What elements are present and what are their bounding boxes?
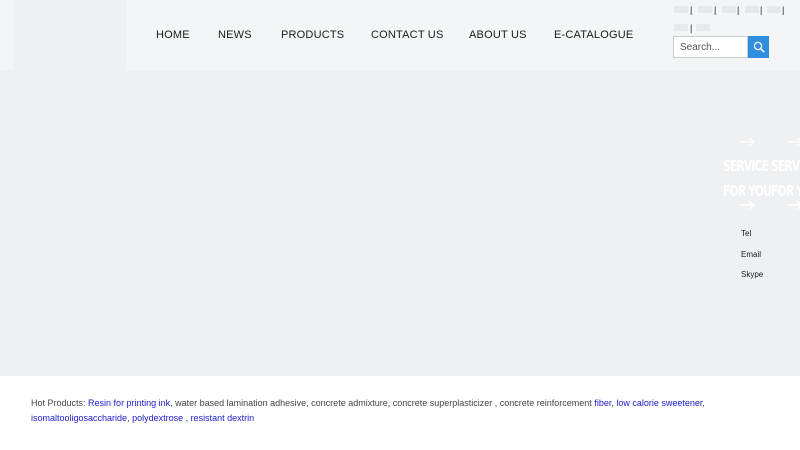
- language-flag[interactable]: [674, 24, 688, 31]
- link-resistant-dextrin[interactable]: resistant dextrin: [191, 413, 255, 423]
- header: HOME NEWS PRODUCTS CONTACT US ABOUT US E…: [0, 0, 800, 70]
- service-subheading: FOR YOU: [771, 182, 800, 200]
- nav-e-catalogue[interactable]: E-CATALOGUE: [554, 28, 633, 42]
- nav-home[interactable]: HOME: [156, 28, 190, 42]
- nav-about-us[interactable]: ABOUT US: [469, 28, 527, 42]
- language-separator: |: [760, 5, 763, 15]
- hot-products: Hot Products: Resin for printing ink, wa…: [31, 396, 731, 426]
- arrow-right-icon: [787, 137, 800, 147]
- nav-news[interactable]: NEWS: [218, 28, 252, 42]
- link-fiber[interactable]: fiber: [594, 398, 611, 408]
- link-isomaltooligosaccharide[interactable]: isomaltooligosaccharide: [31, 413, 127, 423]
- language-flag[interactable]: [722, 6, 736, 13]
- service-heading: SERVICE: [771, 157, 800, 175]
- hot-products-line: isomaltooligosaccharide, polydextrose , …: [31, 411, 731, 426]
- search-input[interactable]: [673, 36, 748, 58]
- search-box: [673, 36, 769, 58]
- nav-products[interactable]: PRODUCTS: [281, 28, 344, 42]
- hot-products-label: Hot Products:: [31, 398, 86, 408]
- contact-tel[interactable]: Tel: [741, 229, 751, 239]
- language-flag[interactable]: [745, 6, 759, 13]
- arrow-right-icon: [739, 200, 756, 210]
- service-heading: SERVICE: [723, 157, 769, 175]
- search-icon: [753, 41, 765, 53]
- link-resin-printing-ink[interactable]: Resin for printing ink: [88, 398, 170, 408]
- contact-skype[interactable]: Skype: [741, 270, 763, 280]
- language-separator: |: [690, 23, 693, 33]
- separator: ,: [183, 413, 191, 423]
- language-flag[interactable]: [698, 6, 712, 13]
- link-low-calorie-sweetener[interactable]: low calorie sweetener: [616, 398, 702, 408]
- language-separator: |: [714, 5, 717, 15]
- language-flag[interactable]: [674, 6, 688, 13]
- footer: Hot Products: Resin for printing ink, wa…: [0, 376, 800, 450]
- language-separator: |: [737, 5, 740, 15]
- separator: ,: [702, 398, 705, 408]
- search-button[interactable]: [748, 36, 769, 58]
- language-selector: | | | | | |: [672, 4, 792, 33]
- arrow-right-icon: [739, 137, 756, 147]
- hot-products-line: Hot Products: Resin for printing ink, wa…: [31, 396, 731, 411]
- nav-contact-us[interactable]: CONTACT US: [371, 28, 444, 42]
- language-flag[interactable]: [696, 24, 710, 31]
- arrow-right-icon: [787, 200, 800, 210]
- language-separator: |: [782, 5, 785, 15]
- hero-banner: SERVICE SERVICE FOR YOU FOR YOU Tel Emai…: [0, 70, 800, 376]
- service-subheading: FOR YOU: [723, 182, 772, 200]
- language-separator: |: [690, 5, 693, 15]
- contact-email[interactable]: Email: [741, 250, 761, 260]
- link-polydextrose[interactable]: polydextrose: [132, 413, 183, 423]
- language-flag[interactable]: [767, 6, 781, 13]
- hot-products-text: , water based lamination adhesive, concr…: [170, 398, 595, 408]
